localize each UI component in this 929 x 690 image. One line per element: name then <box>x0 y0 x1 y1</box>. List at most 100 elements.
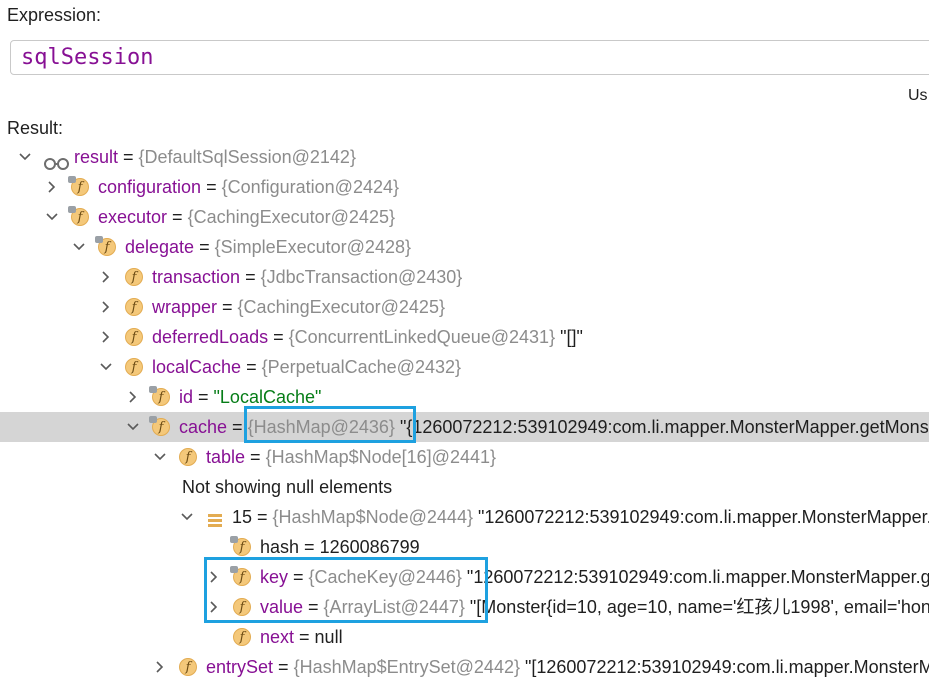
value-preview: "{1260072212:539102949:com.li.mapper.Mon… <box>399 417 929 437</box>
final-field-icon: f <box>95 236 116 256</box>
tree-row[interactable]: f configuration = {Configuration@2424} <box>0 172 929 202</box>
tree-row[interactable]: f delegate = {SimpleExecutor@2428} <box>0 232 929 262</box>
tree-row-text: hash = 1260086799 <box>260 532 420 562</box>
chevron-right-icon[interactable] <box>99 322 113 352</box>
chevron-down-icon[interactable] <box>126 412 140 442</box>
object-reference: {JdbcTransaction@2430} <box>260 267 463 287</box>
chevron-down-icon[interactable] <box>153 442 167 472</box>
chevron-down-icon[interactable] <box>180 502 194 532</box>
field-name: result <box>74 147 119 167</box>
equals-sign: = <box>252 507 273 527</box>
primitive-value: 1260086799 <box>319 537 420 557</box>
equals-sign: = <box>118 147 139 167</box>
equals-sign: = <box>167 207 188 227</box>
field-icon: f <box>233 598 251 616</box>
chevron-right-icon[interactable] <box>207 562 221 592</box>
field-name: id <box>179 387 194 407</box>
object-reference: {ArrayList@2447} <box>323 597 465 617</box>
chevron-right-icon[interactable] <box>126 382 140 412</box>
value-preview: "1260072212:539102949:com.li.mapper.Mons… <box>466 567 929 587</box>
tree-row[interactable]: 15 = {HashMap$Node@2444} "1260072212:539… <box>0 502 929 532</box>
chevron-down-icon[interactable] <box>45 202 59 232</box>
chevron-down-icon[interactable] <box>18 142 32 172</box>
equals-sign: = <box>193 387 214 407</box>
field-name: hash <box>260 537 300 557</box>
equals-sign: = <box>201 177 222 197</box>
primitive-value: null <box>314 627 343 647</box>
equals-sign: = <box>227 417 248 437</box>
field-name: table <box>206 447 246 467</box>
field-name: 15 <box>232 507 253 527</box>
tree-row-text: key = {CacheKey@2446} "1260072212:539102… <box>260 562 929 592</box>
tree-row[interactable]: f deferredLoads = {ConcurrentLinkedQueue@… <box>0 322 929 352</box>
tree-row-text: Not showing null elements <box>182 472 392 502</box>
expression-label: Expression: <box>7 5 102 25</box>
field-icon: f <box>125 268 143 286</box>
field-icon: f <box>125 328 143 346</box>
chevron-right-icon[interactable] <box>207 592 221 622</box>
equals-sign: = <box>194 237 215 257</box>
object-reference: {DefaultSqlSession@2142} <box>138 147 356 167</box>
tree-row-text: executor = {CachingExecutor@2425} <box>98 202 395 232</box>
field-name: localCache <box>152 357 242 377</box>
field-name: deferredLoads <box>152 327 269 347</box>
field-icon: f <box>179 448 197 466</box>
watch-glasses-icon <box>44 150 70 170</box>
object-reference: {CachingExecutor@2425} <box>187 207 395 227</box>
chevron-down-icon[interactable] <box>99 352 113 382</box>
chevron-down-icon[interactable] <box>72 232 86 262</box>
value-preview: "[1260072212:539102949:com.li.mapper.Mon… <box>524 657 929 677</box>
tree-row[interactable]: f entrySet = {HashMap$EntrySet@2442} "[12… <box>0 652 929 682</box>
tree-row[interactable]: f transaction = {JdbcTransaction@2430} <box>0 262 929 292</box>
array-element-icon <box>206 508 224 527</box>
expression-text[interactable]: sqlSession <box>21 45 153 70</box>
tree-row[interactable]: f next = null <box>0 622 929 652</box>
tree-row-text: cache = {HashMap@2436} "{1260072212:5391… <box>179 412 929 442</box>
final-field-icon: f <box>68 176 89 196</box>
tree-row[interactable]: Not showing null elements <box>0 472 929 502</box>
equals-sign: = <box>294 627 315 647</box>
tree-row-text: transaction = {JdbcTransaction@2430} <box>152 262 462 292</box>
chevron-right-icon[interactable] <box>153 652 167 682</box>
tree-row-text: value = {ArrayList@2447} "[Monster{id=10… <box>260 592 929 622</box>
chevron-right-icon[interactable] <box>99 262 113 292</box>
field-name: transaction <box>152 267 241 287</box>
object-reference: {Configuration@2424} <box>221 177 400 197</box>
chevron-right-icon[interactable] <box>45 172 59 202</box>
field-icon: f <box>179 658 197 676</box>
tree-row-text: table = {HashMap$Node[16]@2441} <box>206 442 496 472</box>
tree-row-text: next = null <box>260 622 343 652</box>
field-name: value <box>260 597 304 617</box>
field-name: entrySet <box>206 657 274 677</box>
object-reference: {HashMap$Node@2444} <box>272 507 473 527</box>
object-reference: {HashMap$Node[16]@2441} <box>265 447 497 467</box>
info-text: Not showing null elements <box>182 477 393 497</box>
tree-row[interactable]: f value = {ArrayList@2447} "[Monster{id=1… <box>0 592 929 622</box>
equals-sign: = <box>273 657 294 677</box>
tree-row-text: id = "LocalCache" <box>179 382 321 412</box>
tree-row[interactable]: f id = "LocalCache" <box>0 382 929 412</box>
tree-row-text: entrySet = {HashMap$EntrySet@2442} "[126… <box>206 652 929 682</box>
tree-row[interactable]: f cache = {HashMap@2436} "{1260072212:539… <box>0 412 929 442</box>
result-tree[interactable]: result = {DefaultSqlSession@2142} f config… <box>0 141 929 690</box>
object-reference: {CachingExecutor@2425} <box>237 297 445 317</box>
value-preview: "[]" <box>555 327 583 347</box>
object-reference: {CacheKey@2446} <box>308 567 462 587</box>
field-name: next <box>260 627 295 647</box>
tree-row[interactable]: f executor = {CachingExecutor@2425} <box>0 202 929 232</box>
equals-sign: = <box>299 537 320 557</box>
tree-row-text: configuration = {Configuration@2424} <box>98 172 399 202</box>
object-reference: {HashMap@2436} <box>247 417 395 437</box>
tree-row[interactable]: f wrapper = {CachingExecutor@2425} <box>0 292 929 322</box>
tree-row[interactable]: f hash = 1260086799 <box>0 532 929 562</box>
expression-input[interactable]: sqlSession <box>10 40 929 75</box>
tree-row[interactable]: f key = {CacheKey@2446} "1260072212:53910… <box>0 562 929 592</box>
value-preview: "[Monster{id=10, age=10, name='红孩儿1998',… <box>469 597 929 617</box>
tree-row[interactable]: f table = {HashMap$Node[16]@2441} <box>0 442 929 472</box>
tree-row[interactable]: result = {DefaultSqlSession@2142} <box>0 142 929 172</box>
tree-row-text: delegate = {SimpleExecutor@2428} <box>125 232 411 262</box>
tree-row[interactable]: f localCache = {PerpetualCache@2432} <box>0 352 929 382</box>
field-name: executor <box>98 207 168 227</box>
chevron-right-icon[interactable] <box>99 292 113 322</box>
object-reference: {ConcurrentLinkedQueue@2431} <box>288 327 556 347</box>
